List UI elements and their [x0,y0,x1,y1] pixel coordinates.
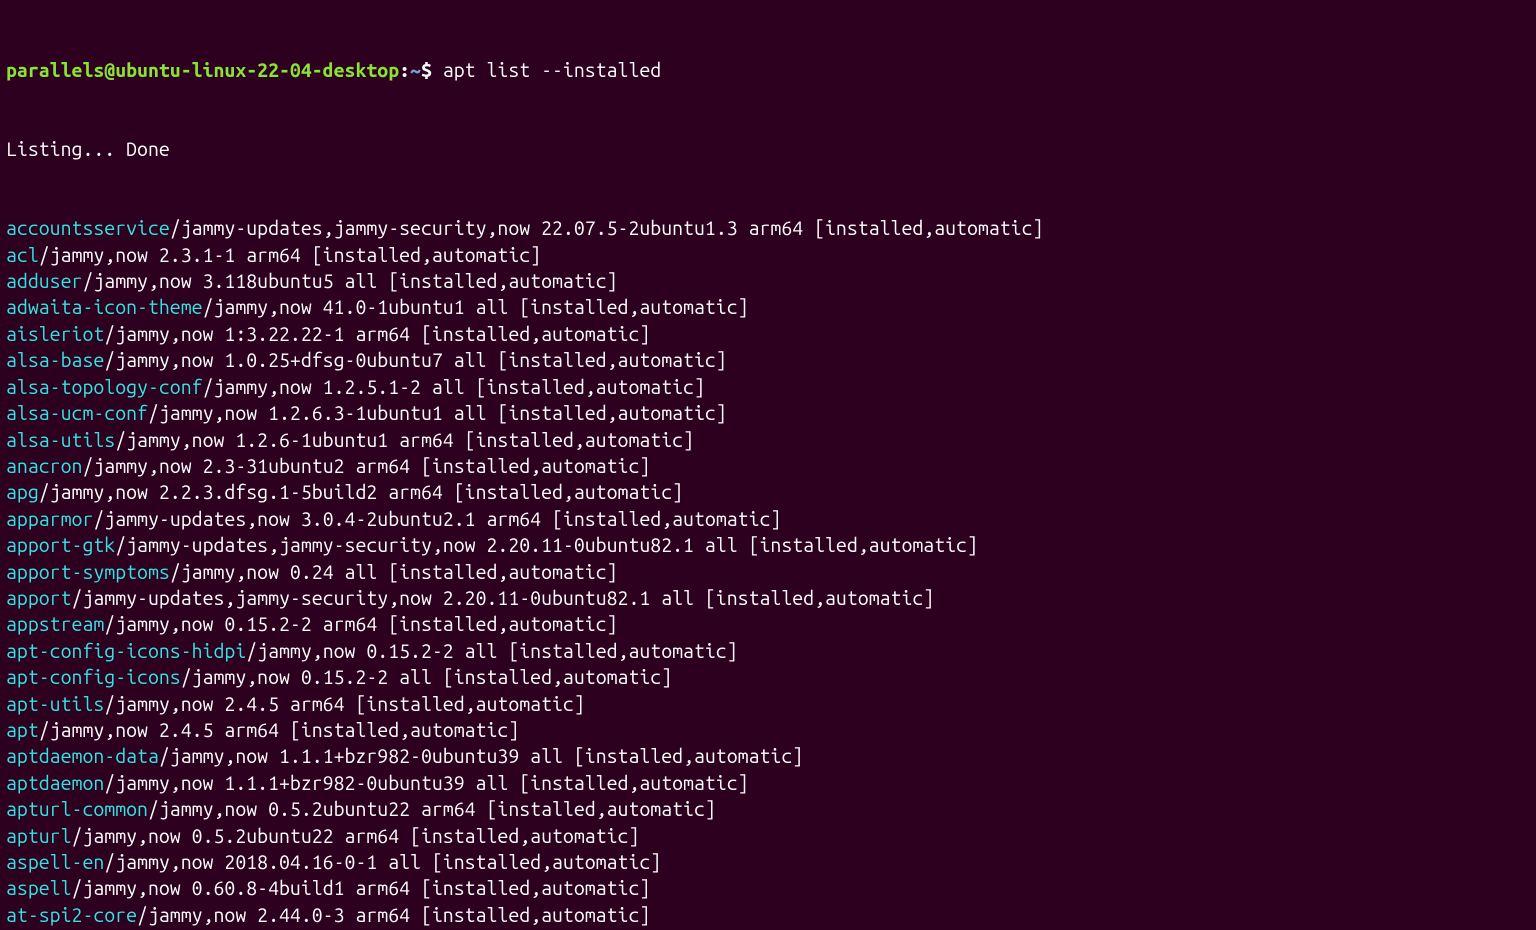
package-info: /jammy-updates,jammy-security,now 2.20.1… [115,534,978,556]
terminal-window[interactable]: parallels@ubuntu-linux-22-04-desktop:~$ … [0,0,1536,930]
package-name: aspell [6,877,72,899]
package-line: accountsservice/jammy-updates,jammy-secu… [6,215,1530,241]
package-line: apturl/jammy,now 0.5.2ubuntu22 arm64 [in… [6,823,1530,849]
package-info: /jammy,now 0.15.2-2 all [installed,autom… [246,640,737,662]
package-name: apport-symptoms [6,561,170,583]
package-info: /jammy,now 2.44.0-3 arm64 [installed,aut… [137,904,650,926]
prompt-path: ~ [410,59,421,81]
package-list: accountsservice/jammy-updates,jammy-secu… [6,215,1530,930]
package-info: /jammy,now 2.4.5 arm64 [installed,automa… [104,693,584,715]
package-line: aptdaemon/jammy,now 1.1.1+bzr982-0ubuntu… [6,770,1530,796]
package-info: /jammy,now 0.24 all [installed,automatic… [170,561,618,583]
package-name: apg [6,481,39,503]
package-info: /jammy,now 1.2.6-1ubuntu1 arm64 [install… [115,429,694,451]
package-line: apt-config-icons/jammy,now 0.15.2-2 all … [6,664,1530,690]
prompt-user-host: parallels@ubuntu-linux-22-04-desktop [6,59,399,81]
package-name: adwaita-icon-theme [6,296,203,318]
package-name: apt-config-icons [6,666,181,688]
package-line: adduser/jammy,now 3.118ubuntu5 all [inst… [6,268,1530,294]
package-name: appstream [6,613,104,635]
package-name: adduser [6,270,82,292]
package-name: anacron [6,455,82,477]
package-line: appstream/jammy,now 0.15.2-2 arm64 [inst… [6,611,1530,637]
package-info: /jammy,now 2018.04.16-0-1 all [installed… [104,851,661,873]
package-info: /jammy,now 1:3.22.22-1 arm64 [installed,… [104,323,650,345]
package-info: /jammy,now 0.15.2-2 arm64 [installed,aut… [104,613,617,635]
package-name: aptdaemon [6,772,104,794]
package-name: apt [6,719,39,741]
prompt-line: parallels@ubuntu-linux-22-04-desktop:~$ … [6,57,1530,83]
package-line: aspell/jammy,now 0.60.8-4build1 arm64 [i… [6,875,1530,901]
package-info: /jammy,now 1.1.1+bzr982-0ubuntu39 all [i… [104,772,748,794]
package-line: aisleriot/jammy,now 1:3.22.22-1 arm64 [i… [6,321,1530,347]
package-info: /jammy,now 2.4.5 arm64 [installed,automa… [39,719,519,741]
package-line: acl/jammy,now 2.3.1-1 arm64 [installed,a… [6,242,1530,268]
package-info: /jammy,now 1.1.1+bzr982-0ubuntu39 all [i… [159,745,803,767]
package-line: apparmor/jammy-updates,now 3.0.4-2ubuntu… [6,506,1530,532]
package-line: aspell-en/jammy,now 2018.04.16-0-1 all [… [6,849,1530,875]
package-line: alsa-ucm-conf/jammy,now 1.2.6.3-1ubuntu1… [6,400,1530,426]
package-name: aspell-en [6,851,104,873]
package-line: alsa-utils/jammy,now 1.2.6-1ubuntu1 arm6… [6,427,1530,453]
package-name: alsa-utils [6,429,115,451]
package-info: /jammy-updates,jammy-security,now 2.20.1… [72,587,935,609]
package-line: apt-config-icons-hidpi/jammy,now 0.15.2-… [6,638,1530,664]
package-line: apport/jammy-updates,jammy-security,now … [6,585,1530,611]
package-line: apport-symptoms/jammy,now 0.24 all [inst… [6,559,1530,585]
package-name: alsa-base [6,349,104,371]
package-line: apt-utils/jammy,now 2.4.5 arm64 [install… [6,691,1530,717]
package-line: aptdaemon-data/jammy,now 1.1.1+bzr982-0u… [6,743,1530,769]
package-line: anacron/jammy,now 2.3-31ubuntu2 arm64 [i… [6,453,1530,479]
package-info: /jammy,now 0.5.2ubuntu22 arm64 [installe… [148,798,716,820]
package-line: alsa-base/jammy,now 1.0.25+dfsg-0ubuntu7… [6,347,1530,373]
package-info: /jammy,now 2.2.3.dfsg.1-5build2 arm64 [i… [39,481,683,503]
package-line: adwaita-icon-theme/jammy,now 41.0-1ubunt… [6,294,1530,320]
package-info: /jammy,now 0.5.2ubuntu22 arm64 [installe… [72,825,640,847]
package-name: apparmor [6,508,93,530]
package-name: aptdaemon-data [6,745,159,767]
package-info: /jammy,now 3.118ubuntu5 all [installed,a… [82,270,617,292]
package-name: alsa-topology-conf [6,376,203,398]
package-name: apt-config-icons-hidpi [6,640,246,662]
package-line: apturl-common/jammy,now 0.5.2ubuntu22 ar… [6,796,1530,822]
package-name: apturl [6,825,72,847]
prompt-dollar: $ [421,59,443,81]
command-text: apt list --installed [443,59,661,81]
package-line: alsa-topology-conf/jammy,now 1.2.5.1-2 a… [6,374,1530,400]
package-info: /jammy,now 1.2.5.1-2 all [installed,auto… [203,376,705,398]
package-info: /jammy,now 41.0-1ubuntu1 all [installed,… [203,296,749,318]
package-info: /jammy,now 0.15.2-2 all [installed,autom… [181,666,672,688]
package-info: /jammy-updates,jammy-security,now 22.07.… [170,217,1044,239]
package-line: apg/jammy,now 2.2.3.dfsg.1-5build2 arm64… [6,479,1530,505]
package-info: /jammy,now 0.60.8-4build1 arm64 [install… [72,877,651,899]
package-name: acl [6,244,39,266]
package-info: /jammy-updates,now 3.0.4-2ubuntu2.1 arm6… [93,508,781,530]
package-line: at-spi2-core/jammy,now 2.44.0-3 arm64 [i… [6,902,1530,928]
package-info: /jammy,now 1.2.6.3-1ubuntu1 all [install… [148,402,727,424]
package-line: apt/jammy,now 2.4.5 arm64 [installed,aut… [6,717,1530,743]
package-line: apport-gtk/jammy-updates,jammy-security,… [6,532,1530,558]
package-info: /jammy,now 2.3.1-1 arm64 [installed,auto… [39,244,541,266]
prompt-colon: : [399,59,410,81]
package-name: at-spi2-core [6,904,137,926]
package-info: /jammy,now 1.0.25+dfsg-0ubuntu7 all [ins… [104,349,726,371]
package-info: /jammy,now 2.3-31ubuntu2 arm64 [installe… [82,455,650,477]
listing-header: Listing... Done [6,136,1530,162]
package-name: apt-utils [6,693,104,715]
package-name: apport-gtk [6,534,115,556]
package-name: apturl-common [6,798,148,820]
package-name: apport [6,587,72,609]
package-name: aisleriot [6,323,104,345]
package-name: alsa-ucm-conf [6,402,148,424]
package-name: accountsservice [6,217,170,239]
